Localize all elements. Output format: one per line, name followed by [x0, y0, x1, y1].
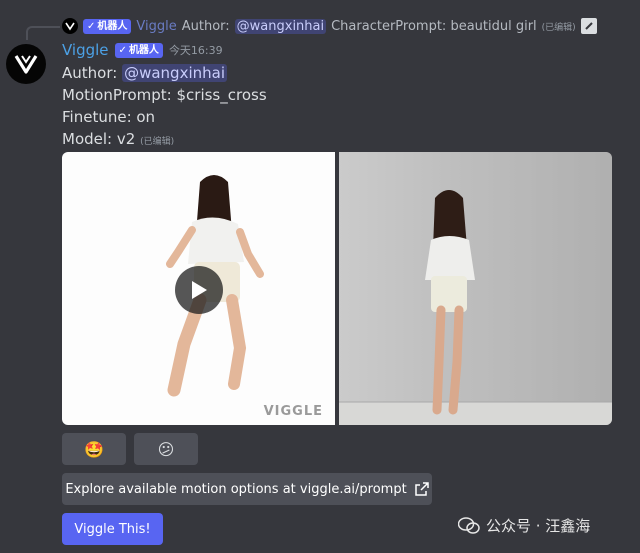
image-icon[interactable] [580, 18, 597, 34]
message-header: Viggle ✓ 机器人 今天16:39 [62, 40, 223, 60]
reply-text-before: Author: [181, 18, 230, 34]
viggle-watermark: VIGGLE [263, 404, 323, 419]
check-icon: ✓ [87, 20, 96, 32]
explore-motion-options-link-button[interactable]: Explore available motion options at vigg… [62, 473, 432, 505]
reaction-star-struck[interactable]: 🤩 [62, 433, 126, 465]
reply-author[interactable]: Viggle [136, 19, 176, 34]
video-attachment[interactable]: VIGGLE [62, 152, 335, 425]
author-mention[interactable]: @wangxinhai [122, 64, 227, 82]
edited-label: (已编辑) [140, 137, 175, 147]
reply-edited: (已编辑) [541, 22, 576, 33]
author-line: Author: @wangxinhai [62, 62, 267, 84]
reaction-confused[interactable]: 😕 [134, 433, 198, 465]
confused-emoji-icon: 😕 [157, 439, 175, 459]
motion-prompt-line: MotionPrompt: $criss_cross [62, 86, 267, 104]
model-line: Model: v2 (已编辑) [62, 128, 267, 153]
reply-text-after: CharacterPrompt: beautidul girl [331, 18, 537, 34]
wechat-icon [458, 516, 480, 534]
finetune-line: Finetune: on [62, 108, 156, 126]
reply-bot-tag: ✓ 机器人 [83, 18, 132, 34]
author-label: Author: [62, 64, 118, 82]
viggle-this-button[interactable]: Viggle This! [62, 513, 163, 545]
reply-avatar[interactable] [62, 18, 78, 34]
play-icon [192, 281, 207, 299]
star-struck-emoji-icon: 🤩 [84, 439, 104, 459]
wechat-watermark: 公众号 · 汪鑫海 [458, 515, 590, 536]
explore-button-label: Explore available motion options at vigg… [65, 481, 407, 497]
girl-photo-illustration [339, 152, 612, 425]
viggle-this-label: Viggle This! [74, 521, 151, 537]
external-link-icon [414, 482, 429, 496]
photo-attachment[interactable] [339, 152, 612, 425]
reply-mention[interactable]: @wangxinhai [234, 18, 327, 34]
play-button[interactable] [175, 266, 223, 314]
timestamp: 今天16:39 [168, 44, 223, 57]
wechat-watermark-text: 公众号 · 汪鑫海 [486, 517, 591, 535]
reply-bot-tag-label: 机器人 [97, 20, 128, 32]
reply-connector [26, 26, 60, 40]
bot-tag-label: 机器人 [128, 44, 159, 56]
bot-tag: ✓ 机器人 [114, 42, 163, 58]
check-icon: ✓ [118, 44, 127, 56]
message-body: Author: @wangxinhai MotionPrompt: $criss… [62, 62, 267, 153]
model-value: Model: v2 [62, 130, 136, 148]
avatar[interactable] [6, 44, 46, 84]
reply-reference[interactable]: ✓ 机器人 Viggle Author: @wangxinhai Charact… [62, 16, 597, 36]
username[interactable]: Viggle [62, 41, 109, 59]
